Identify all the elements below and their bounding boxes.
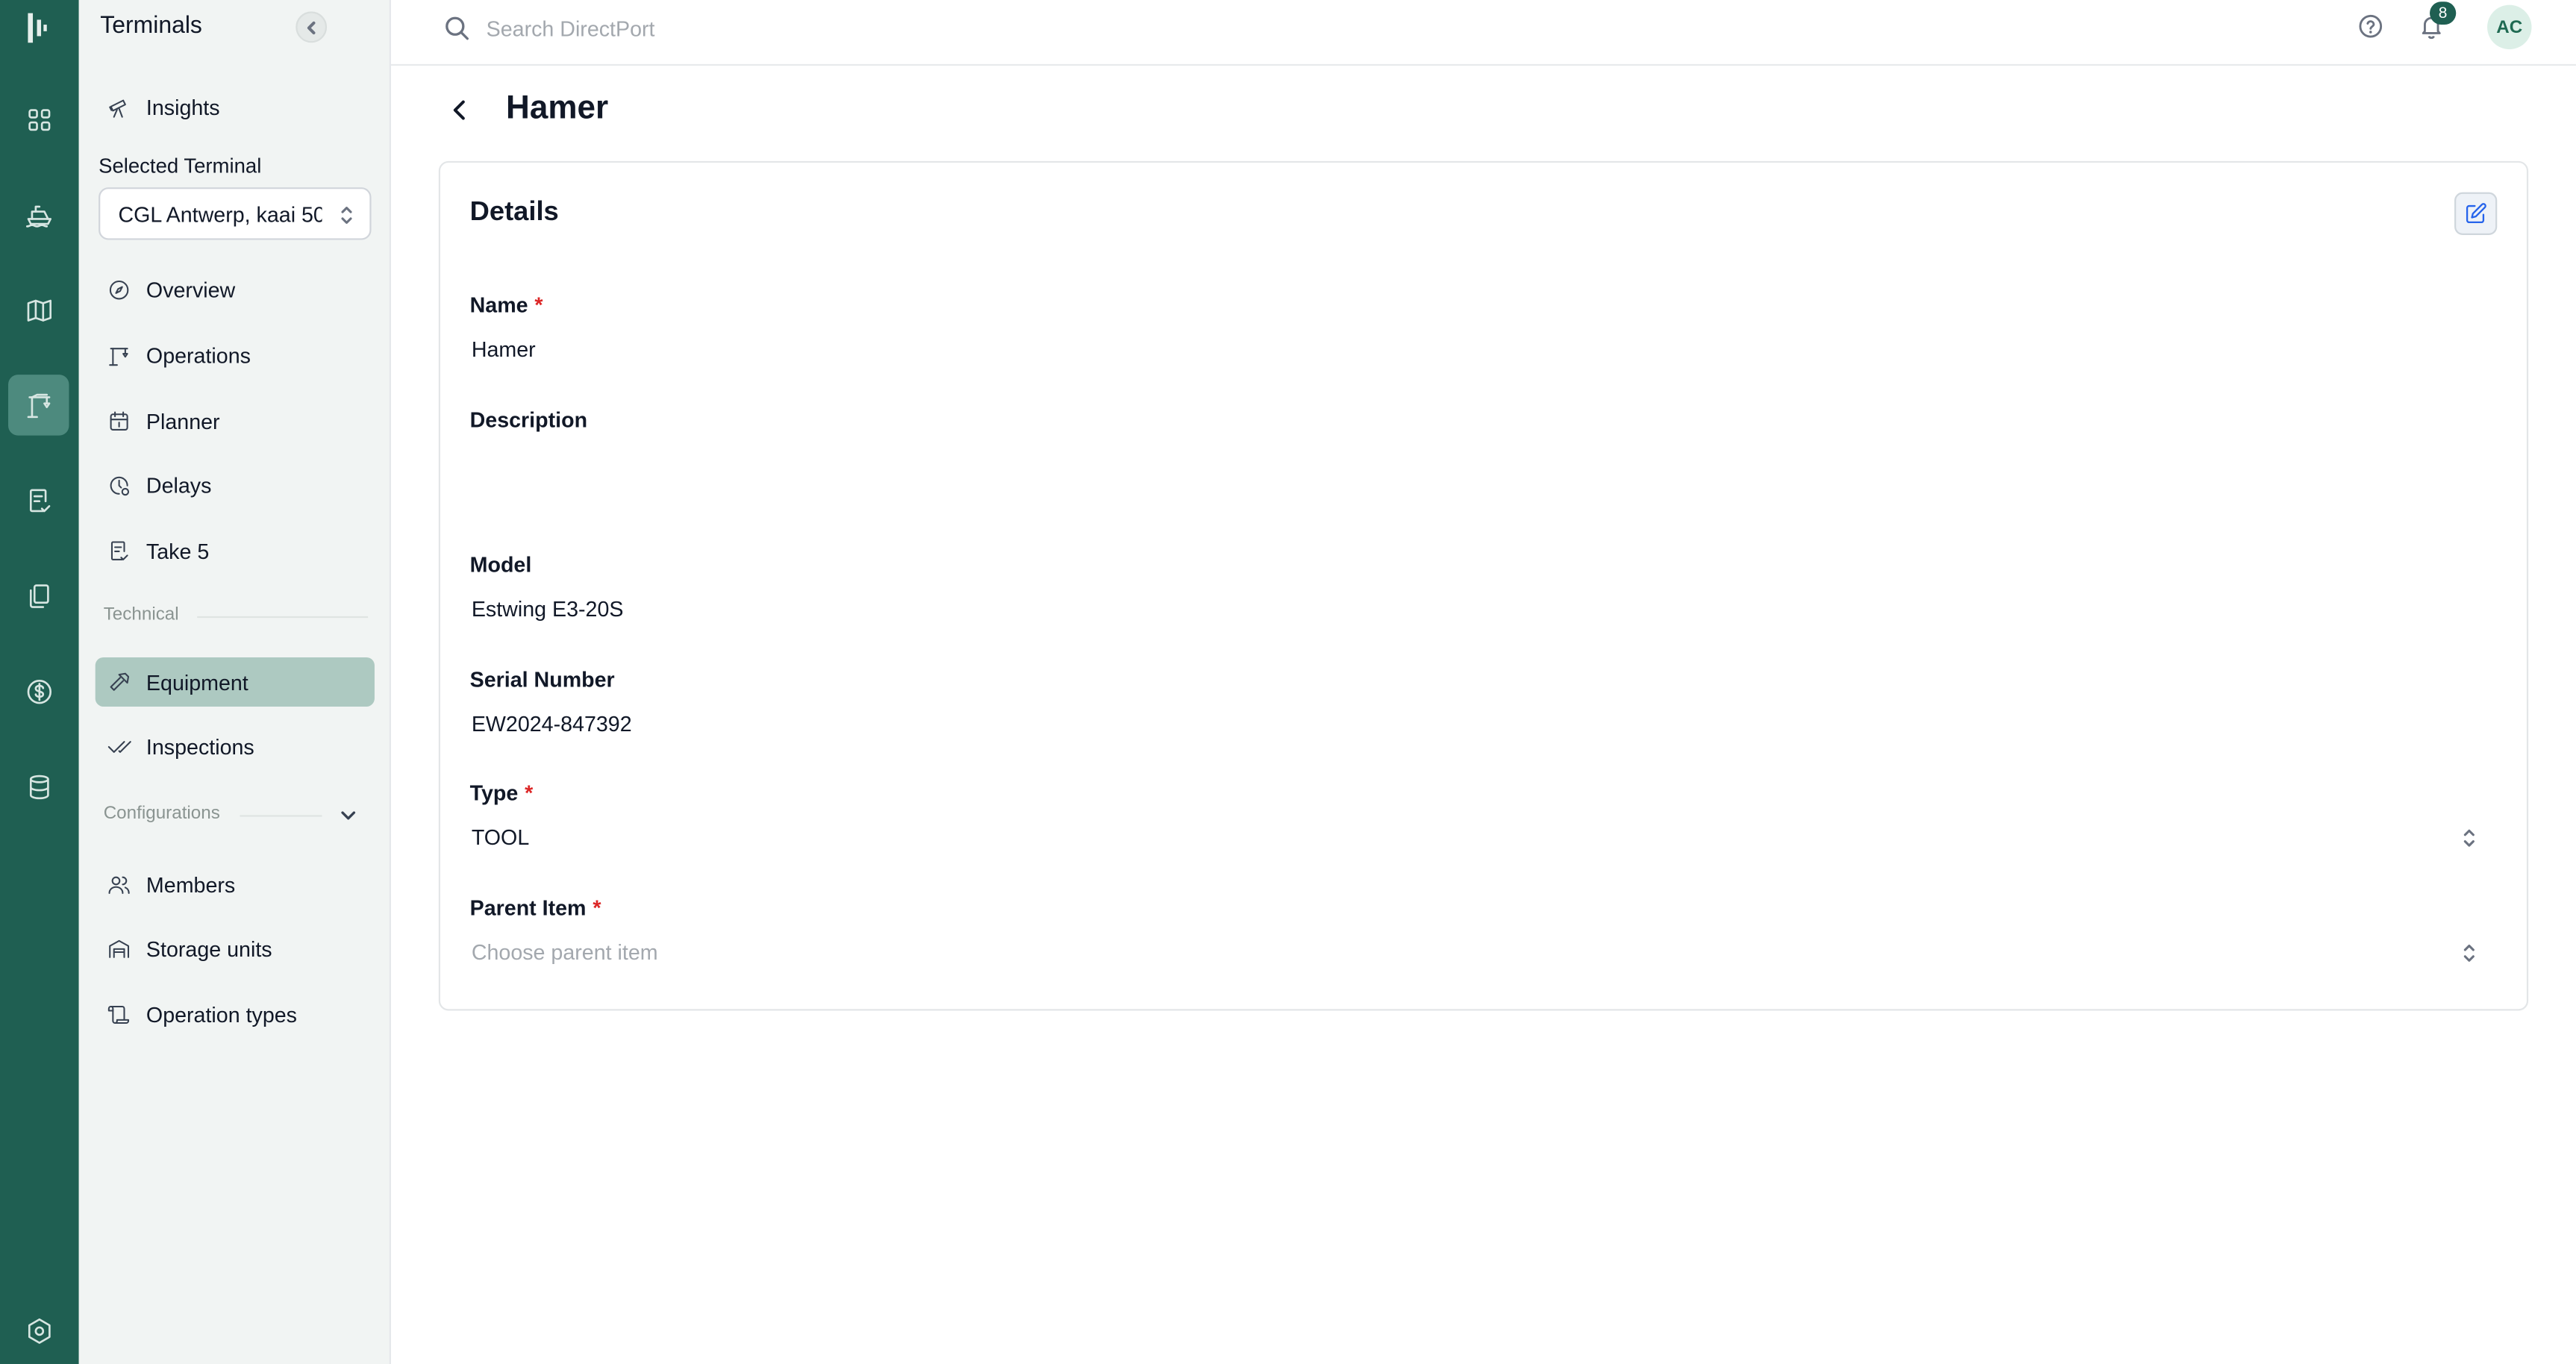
required-mark: * [593, 895, 601, 921]
sidebar-item-operations[interactable]: Operations [96, 331, 375, 380]
parent-item-select[interactable]: Choose parent item [472, 940, 658, 965]
avatar[interactable]: AC [2487, 4, 2532, 50]
scroll-icon [107, 1004, 130, 1023]
selected-terminal-label: Selected Terminal [99, 154, 262, 178]
serial-number-value: EW2024-847392 [471, 711, 632, 736]
database-icon[interactable] [8, 756, 69, 816]
sidebar-item-label: Storage units [146, 936, 272, 961]
sidebar-item-planner[interactable]: Planner [96, 396, 375, 445]
documents-icon[interactable] [8, 566, 69, 626]
notification-badge: 8 [2430, 1, 2457, 25]
sidebar-item-label: Take 5 [146, 538, 210, 563]
sidebar-item-label: Members [146, 872, 236, 897]
compass-icon [109, 279, 129, 299]
sidebar-item-members[interactable]: Members [96, 860, 375, 909]
calendar-icon [110, 410, 128, 430]
double-check-icon [107, 739, 131, 752]
required-mark: * [525, 780, 534, 806]
sidebar-item-inspections[interactable]: Inspections [96, 722, 375, 771]
sidebar-item-label: Planner [146, 408, 220, 434]
help-icon[interactable] [2357, 13, 2383, 40]
logo-icon[interactable] [23, 10, 56, 46]
page-title: Hamer [506, 90, 609, 127]
edit-button[interactable] [2454, 192, 2498, 235]
sidebar-item-equipment[interactable]: Equipment [95, 657, 375, 707]
warehouse-icon [109, 939, 130, 957]
settings-hexagon-icon[interactable] [8, 1300, 69, 1360]
crane-icon[interactable] [8, 375, 69, 436]
edit-icon [2466, 203, 2486, 224]
description-label: Description [469, 407, 588, 433]
ship-icon[interactable] [8, 184, 69, 245]
required-mark: * [534, 292, 543, 318]
back-arrow-icon[interactable] [446, 96, 475, 125]
chevron-up-down-icon[interactable] [2461, 942, 2477, 965]
card-title: Details [469, 197, 559, 227]
type-label-text: Type [469, 780, 519, 806]
chevron-up-down-icon [341, 207, 352, 224]
sidebar-item-label: Operations [146, 342, 251, 368]
type-select-value[interactable]: TOOL [472, 825, 529, 850]
parent-item-label-text: Parent Item [469, 895, 587, 921]
type-label: Type * [470, 780, 534, 805]
name-label: Name * [470, 292, 543, 317]
serial-number-label: Serial Number [469, 667, 615, 692]
clock-icon [110, 475, 130, 495]
sidebar-title: Terminals [100, 13, 202, 40]
sidebar-item-delays[interactable]: Delays [96, 460, 375, 510]
section-divider [197, 616, 369, 619]
search-icon [446, 16, 469, 40]
checklist-icon [110, 540, 128, 560]
name-value: Hamer [471, 337, 536, 362]
sidebar-item-storage-units[interactable]: Storage units [96, 924, 375, 973]
chevron-left-icon [306, 20, 315, 34]
name-label-text: Name [469, 292, 528, 318]
top-bar: 8 AC [390, 0, 2576, 66]
collapse-sidebar-button[interactable] [296, 11, 328, 43]
terminal-select[interactable]: CGL Antwerp, kaai 50 [99, 187, 372, 240]
grid-icon[interactable] [8, 89, 69, 149]
sidebar: Terminals Insights Selected Terminal CGL… [78, 0, 391, 1364]
hammer-icon [110, 672, 130, 690]
details-card: Details Name * Hamer Description Model Es… [438, 160, 2529, 1011]
sidebar-item-label: Insights [146, 94, 220, 119]
terminal-select-value: CGL Antwerp, kaai 50 [118, 201, 322, 226]
app-rail [0, 0, 79, 1364]
sidebar-item-take5[interactable]: Take 5 [96, 526, 375, 575]
checklist-icon[interactable] [8, 470, 69, 531]
users-icon [108, 875, 130, 893]
sidebar-item-overview[interactable]: Overview [96, 265, 375, 314]
sidebar-item-label: Equipment [146, 669, 248, 695]
dollar-icon[interactable] [8, 660, 69, 721]
map-icon[interactable] [8, 279, 69, 340]
chevron-up-down-icon[interactable] [2461, 827, 2477, 850]
sidebar-item-insights[interactable]: Insights [96, 82, 375, 131]
sidebar-item-label: Overview [146, 277, 236, 302]
sidebar-item-label: Delays [146, 472, 212, 498]
chevron-down-icon[interactable] [339, 805, 358, 825]
sidebar-item-label: Operation types [146, 1001, 297, 1027]
section-divider [240, 815, 322, 817]
parent-item-label: Parent Item * [470, 895, 601, 920]
model-value: Estwing E3-20S [471, 596, 624, 622]
search-input[interactable] [486, 10, 1144, 46]
section-technical: Technical [103, 604, 179, 625]
section-configurations: Configurations [103, 803, 220, 824]
telescope-icon [109, 98, 126, 117]
sidebar-item-operation-types[interactable]: Operation types [96, 989, 375, 1039]
sidebar-item-label: Inspections [146, 733, 254, 759]
model-label: Model [469, 552, 532, 578]
crane-icon [109, 347, 128, 366]
